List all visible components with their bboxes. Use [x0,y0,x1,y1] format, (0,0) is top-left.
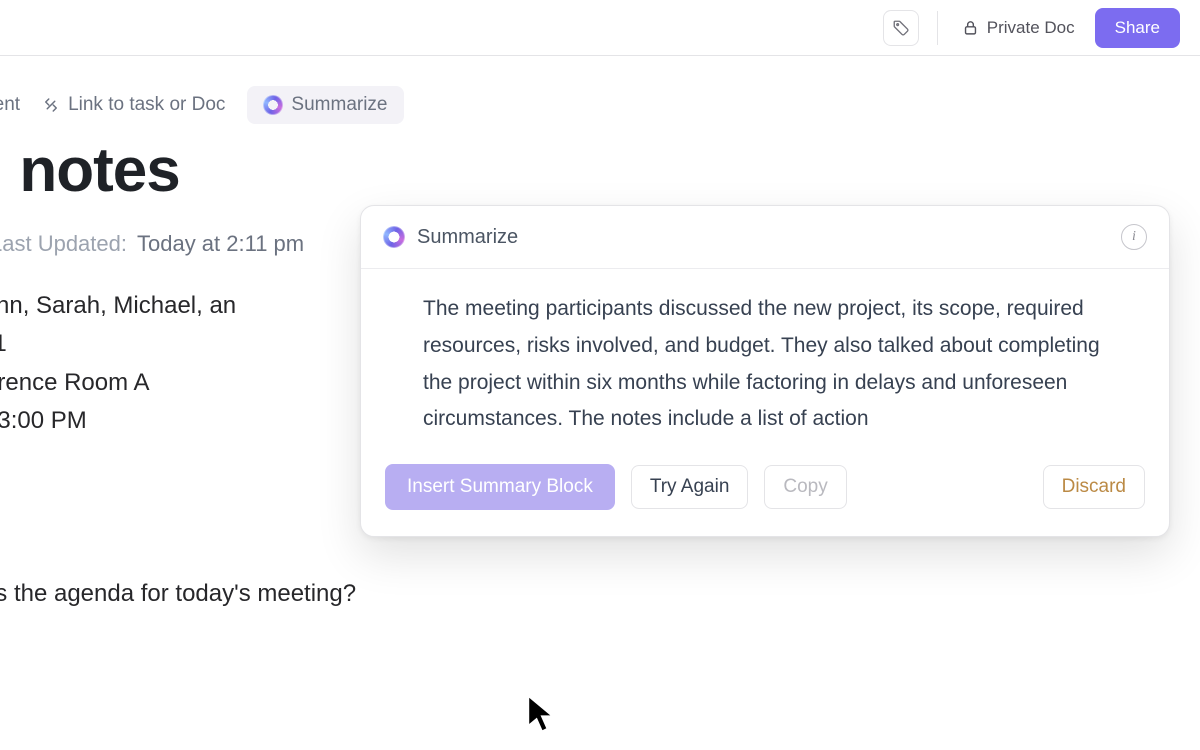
divider [937,11,938,45]
copy-button[interactable]: Copy [764,465,846,509]
participants-value: John, Sarah, Michael, an [0,292,236,319]
ai-icon [263,95,283,115]
privacy-indicator[interactable]: Private Doc [956,12,1081,44]
summarize-popover: Summarize i The meeting participants dis… [360,205,1170,537]
top-bar: Private Doc Share [0,0,1200,56]
summarize-action[interactable]: Summarize [247,86,403,124]
last-updated-label: Last Updated: [0,231,127,257]
popover-title-text: Summarize [417,226,518,249]
share-button[interactable]: Share [1095,8,1180,48]
link-label: Link to task or Doc [68,94,225,116]
ai-icon [383,226,405,248]
tag-icon [892,19,910,37]
agenda-line: what's the agenda for today's meeting? [0,580,1200,608]
last-updated-value: Today at 2:11 pm [137,231,304,257]
popover-title: Summarize [383,226,518,249]
discard-button[interactable]: Discard [1043,465,1145,509]
tag-button[interactable] [883,10,919,46]
popover-body: The meeting participants discussed the n… [361,269,1169,448]
link-arrows-icon [42,96,60,114]
mouse-cursor-icon [525,693,559,737]
comment-action[interactable]: mment [0,94,20,116]
inline-toolbar: mment Link to task or Doc Summarize [0,56,1200,138]
popover-actions: Insert Summary Block Try Again Copy Disc… [361,448,1169,536]
lock-icon [962,19,979,36]
privacy-label: Private Doc [987,18,1075,38]
insert-summary-button[interactable]: Insert Summary Block [385,464,615,510]
summarize-label: Summarize [291,94,387,116]
popover-header: Summarize i [361,206,1169,269]
try-again-button[interactable]: Try Again [631,465,749,509]
info-icon[interactable]: i [1121,224,1147,250]
comment-label: mment [0,94,20,116]
page-title: eting notes [0,138,1200,203]
link-action[interactable]: Link to task or Doc [42,94,225,116]
